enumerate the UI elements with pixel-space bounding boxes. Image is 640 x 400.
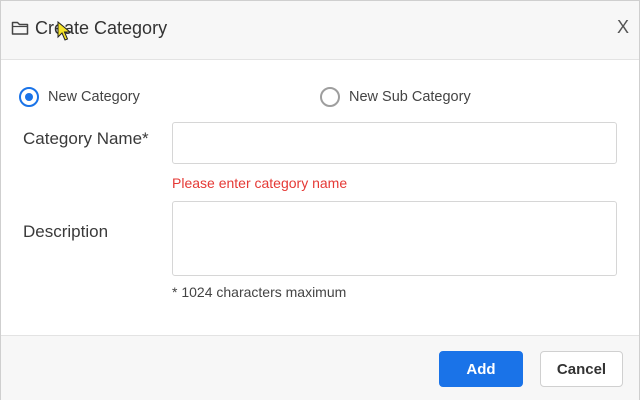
radio-label-new-sub-category: New Sub Category	[349, 89, 471, 105]
radio-new-sub-category[interactable]: New Sub Category	[320, 86, 471, 108]
category-name-error: Please enter category name	[172, 175, 348, 191]
dialog-footer: Add Cancel	[1, 335, 639, 400]
cancel-button[interactable]: Cancel	[540, 351, 623, 387]
description-hint: * 1024 characters maximum	[172, 284, 347, 300]
radio-button-unchecked[interactable]	[320, 87, 340, 107]
description-label: Description	[23, 222, 109, 241]
description-textarea[interactable]	[172, 201, 617, 276]
radio-label-new-category: New Category	[48, 89, 140, 105]
radio-button-checked[interactable]	[19, 87, 39, 107]
add-button[interactable]: Add	[439, 351, 523, 387]
dialog-header: Create Category X	[1, 1, 639, 60]
close-icon[interactable]: X	[611, 15, 635, 39]
dialog-title: Create Category	[35, 18, 168, 38]
category-name-input[interactable]	[172, 122, 617, 164]
create-category-dialog: Create Category X New Category New Sub C…	[0, 0, 640, 400]
radio-new-category[interactable]: New Category	[19, 86, 140, 108]
category-name-label: Category Name*	[23, 129, 149, 148]
